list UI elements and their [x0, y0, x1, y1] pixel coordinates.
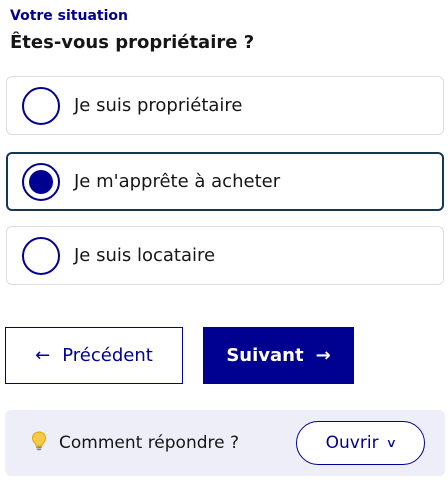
question-title: Êtes-vous propriétaire ?	[10, 32, 255, 53]
arrow-right-icon: →	[315, 345, 331, 366]
previous-button-label: Précédent	[62, 345, 153, 366]
radio-button[interactable]	[22, 236, 60, 275]
chevron-down-icon: ∨	[385, 436, 397, 450]
option-proprietaire[interactable]: Je suis propriétaire	[6, 76, 444, 135]
section-eyebrow: Votre situation	[10, 8, 128, 24]
radio-button[interactable]	[22, 86, 60, 125]
radio-button-checked[interactable]	[22, 162, 60, 201]
option-locataire[interactable]: Je suis locataire	[6, 226, 444, 285]
lightbulb-icon	[31, 430, 47, 456]
next-button[interactable]: Suivant →	[203, 327, 354, 384]
help-text: Comment répondre ?	[59, 433, 240, 453]
help-panel: Comment répondre ? Ouvrir ∨	[5, 410, 445, 476]
arrow-left-icon: ←	[35, 345, 51, 366]
option-acheter[interactable]: Je m'apprête à acheter	[6, 152, 444, 211]
option-label: Je suis locataire	[74, 245, 216, 266]
next-button-label: Suivant	[226, 345, 304, 366]
open-help-button[interactable]: Ouvrir ∨	[296, 421, 425, 465]
option-label: Je m'apprête à acheter	[74, 171, 281, 192]
option-label: Je suis propriétaire	[74, 95, 243, 116]
previous-button[interactable]: ← Précédent	[5, 327, 183, 384]
open-button-label: Ouvrir	[325, 433, 379, 453]
eligibility-form: Votre situation Êtes-vous propriétaire ?…	[0, 0, 448, 483]
radio-dot	[29, 169, 53, 194]
